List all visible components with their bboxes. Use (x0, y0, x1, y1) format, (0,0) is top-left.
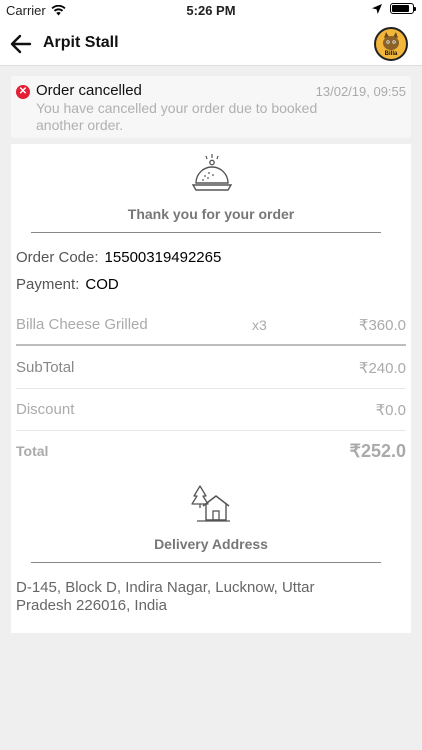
notice-date: 13/02/19, 09:55 (315, 84, 406, 99)
subtotal-row: SubTotal ₹240.0 (16, 347, 406, 389)
subtotal-label: SubTotal (16, 359, 75, 376)
item-price: ₹360.0 (358, 317, 406, 334)
notice-message: You have cancelled your order due to boo… (36, 100, 318, 133)
item-qty: x3 (252, 317, 267, 333)
status-bar: Carrier 5:26 PM (0, 0, 422, 22)
avatar-label: Billa (384, 51, 398, 57)
total-row: Total ₹252.0 (16, 431, 406, 473)
page-title: Arpit Stall (43, 34, 119, 51)
list-item: Billa Cheese Grilled x3 ₹360.0 (16, 304, 406, 346)
divider (31, 562, 381, 563)
discount-value: ₹0.0 (375, 402, 406, 419)
notice-title: Order cancelled (36, 82, 142, 99)
payment-value: COD (85, 276, 119, 293)
payment-row: Payment: COD (16, 276, 119, 293)
battery-fill (392, 5, 409, 12)
delivery-address: D-145, Block D, Indira Nagar, Lucknow, U… (16, 579, 315, 614)
discount-row: Discount ₹0.0 (16, 389, 406, 431)
location-arrow-icon (372, 3, 382, 14)
avatar[interactable]: Billa (374, 27, 408, 61)
nav-bar: Arpit Stall Billa (0, 22, 422, 66)
status-right (372, 3, 416, 14)
total-value: ₹252.0 (349, 441, 407, 461)
item-name: Billa Cheese Grilled (16, 316, 148, 333)
divider (31, 232, 381, 233)
payment-label: Payment: (16, 276, 80, 293)
cancel-x-icon: ✕ (16, 85, 30, 99)
subtotal-value: ₹240.0 (358, 360, 406, 377)
discount-label: Discount (16, 401, 75, 418)
thank-you-heading: Thank you for your order (127, 206, 295, 222)
battery-icon (390, 3, 416, 14)
cloche-icon (191, 154, 233, 191)
total-label: Total (16, 443, 49, 459)
delivery-address-heading: Delivery Address (154, 536, 268, 552)
order-code-value: 15500319492265 (104, 249, 222, 266)
arrow-left-icon[interactable] (8, 31, 34, 57)
order-cancelled-notice: ✕ Order cancelled 13/02/19, 09:55 You ha… (11, 76, 411, 138)
order-card: Thank you for your order Order Code: 1550… (11, 144, 411, 633)
clock: 5:26 PM (186, 3, 236, 18)
house-icon (191, 485, 230, 522)
order-code-row: Order Code: 15500319492265 (16, 249, 221, 266)
order-code-label: Order Code: (16, 249, 99, 266)
